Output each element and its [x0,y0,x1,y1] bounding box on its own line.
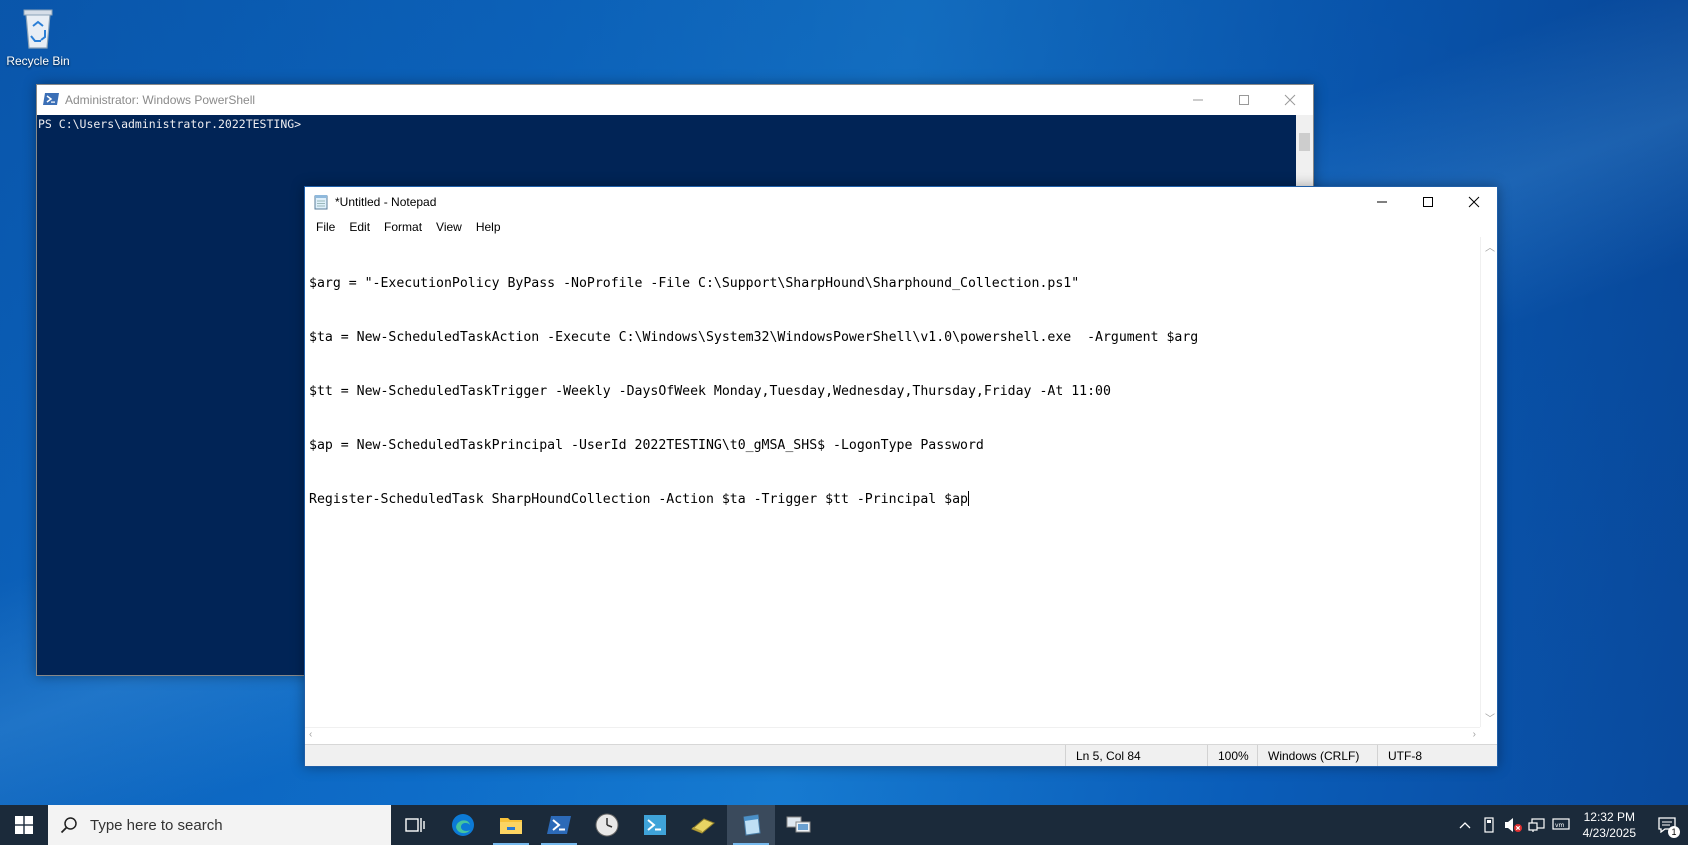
powershell-scroll-thumb[interactable] [1299,133,1310,151]
search-placeholder: Type here to search [90,816,223,834]
eraser-icon [691,818,715,834]
powershell-minimize-button[interactable] [1175,85,1221,115]
edge-icon [452,814,474,836]
clock-time: 12:32 PM [1583,810,1635,824]
powershell-titlebar[interactable]: Administrator: Windows PowerShell [37,85,1313,115]
powershell-prompt: PS C:\Users\administrator.2022TESTING> [38,117,302,131]
text-caret [967,491,969,506]
taskbar-search-box[interactable]: Type here to search [48,805,391,845]
clock-date: 4/23/2025 [1582,826,1636,840]
task-view-icon [405,818,425,832]
taskbar-eraser-app[interactable] [679,805,727,845]
powershell-close-button[interactable] [1267,85,1313,115]
folder-icon [500,818,522,834]
powershell-icon [43,92,59,108]
taskbar-file-explorer[interactable] [487,805,535,845]
powershell-maximize-button[interactable] [1221,85,1267,115]
usb-device-tray[interactable] [1477,805,1501,845]
clock-icon [595,813,619,837]
network-tray[interactable] [1525,805,1549,845]
code-line-2: $ta = New-ScheduledTaskAction -Execute C… [309,330,1199,345]
menu-file[interactable]: File [309,220,342,234]
powershell-title: Administrator: Windows PowerShell [65,93,256,107]
notepad-title: *Untitled - Notepad [335,195,437,209]
notepad-titlebar[interactable]: *Untitled - Notepad [305,187,1497,217]
menu-view[interactable]: View [429,220,469,234]
usb-device-icon [1484,817,1494,833]
code-line-3: $tt = New-ScheduledTaskTrigger -Weekly -… [309,384,1111,399]
svg-text:vm: vm [1555,822,1565,829]
search-icon [60,817,77,834]
notepad-horizontal-scrollbar[interactable]: ‹ › [305,727,1480,744]
network-computers-icon [786,816,811,833]
powershell-ise-icon [644,815,666,835]
menu-edit[interactable]: Edit [342,220,377,234]
powershell-taskbar-icon [547,816,571,834]
scroll-right-icon[interactable]: › [1473,729,1476,740]
recycle-bin-label: Recycle Bin [6,54,70,68]
notepad-minimize-button[interactable] [1359,187,1405,217]
system-tray: vm 12:32 PM 4/23/2025 1 [1453,805,1688,845]
scroll-left-icon[interactable]: ‹ [309,729,312,740]
volume-tray[interactable] [1501,805,1525,845]
taskbar: Type here to search vm 12:32 PM 4/23/202… [0,805,1688,845]
windows-logo-icon [15,816,33,834]
vm-icon: vm [1552,818,1570,830]
notepad-text-area[interactable]: $arg = "-ExecutionPolicy ByPass -NoProfi… [305,237,1497,727]
taskbar-powershell[interactable] [535,805,583,845]
menu-format[interactable]: Format [377,220,429,234]
action-center-button[interactable]: 1 [1646,805,1688,845]
vm-tray[interactable]: vm [1549,805,1573,845]
notification-count: 1 [1668,826,1680,838]
notepad-icon [313,194,329,210]
chevron-up-icon [1459,822,1471,829]
status-encoding: UTF-8 [1377,745,1497,766]
show-hidden-icons-button[interactable] [1453,805,1477,845]
notepad-close-button[interactable] [1451,187,1497,217]
notepad-window[interactable]: *Untitled - Notepad File Edit Format Vie… [304,186,1498,767]
taskbar-notepad[interactable] [727,805,775,845]
speaker-muted-icon [1504,818,1522,832]
task-view-button[interactable] [391,805,439,845]
notepad-maximize-button[interactable] [1405,187,1451,217]
menu-help[interactable]: Help [469,220,508,234]
status-spacer [305,745,1065,766]
taskbar-powershell-ise[interactable] [631,805,679,845]
network-icon [1528,818,1545,832]
code-line-5: Register-ScheduledTask SharpHoundCollect… [309,492,968,507]
recycle-bin[interactable]: Recycle Bin [2,4,74,68]
taskbar-clock-app[interactable] [583,805,631,845]
code-line-1: $arg = "-ExecutionPolicy ByPass -NoProfi… [309,276,1080,291]
recycle-bin-icon [18,4,58,52]
taskbar-network-app[interactable] [775,805,823,845]
scroll-down-icon[interactable]: ﹀ [1485,710,1495,725]
status-line-ending: Windows (CRLF) [1257,745,1377,766]
notepad-statusbar: Ln 5, Col 84 100% Windows (CRLF) UTF-8 [305,744,1497,766]
notepad-menubar: File Edit Format View Help [305,217,1497,237]
taskbar-edge[interactable] [439,805,487,845]
notepad-taskbar-icon [743,814,761,836]
scroll-up-icon[interactable]: ︿ [1485,239,1495,254]
code-line-4: $ap = New-ScheduledTaskPrincipal -UserId… [309,438,984,453]
status-zoom: 100% [1207,745,1257,766]
status-position: Ln 5, Col 84 [1065,745,1207,766]
notepad-vertical-scrollbar[interactable]: ︿ ﹀ [1480,237,1497,727]
taskbar-clock[interactable]: 12:32 PM 4/23/2025 [1573,809,1646,841]
start-button[interactable] [0,805,48,845]
